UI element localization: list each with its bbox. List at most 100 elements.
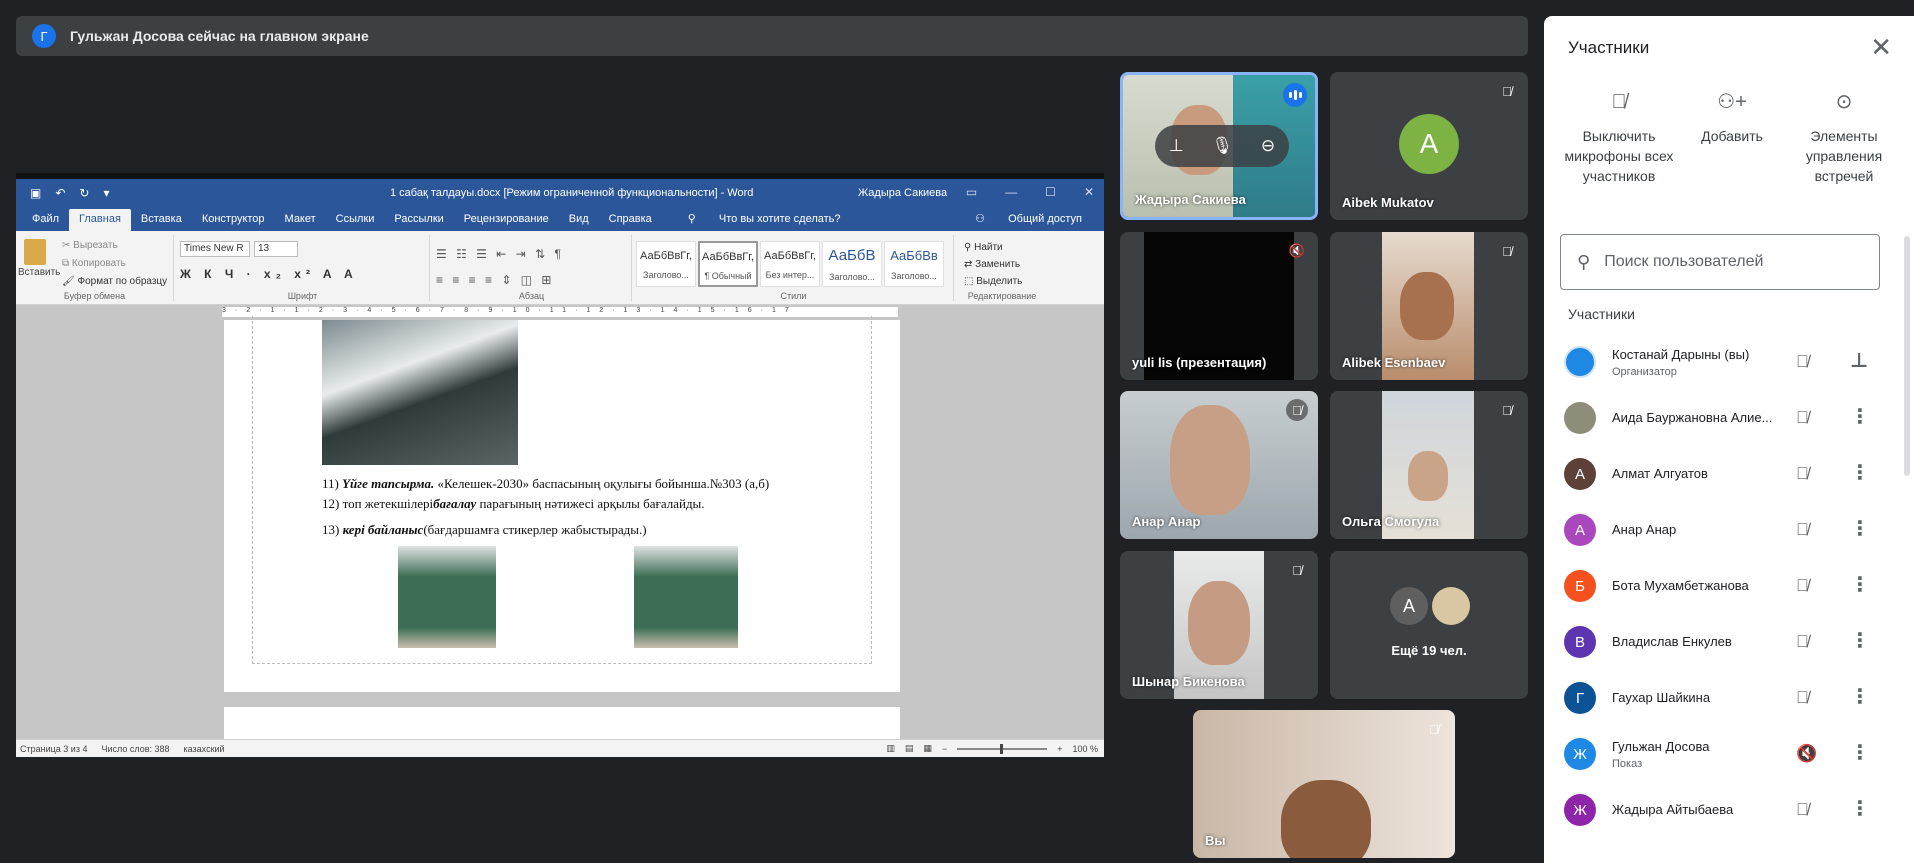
style-tile[interactable]: АаБбВвГг, Без интер... [760,241,820,287]
participants-panel: Участники ✕ 🎙̸ Выключить микрофоны всех … [1544,16,1914,863]
mic-off-icon[interactable]: 🎙̸ [1796,800,1809,820]
style-tile[interactable]: АаБбВвГг, Заголово... [636,241,696,287]
cut-button[interactable]: ✂ Вырезать [62,237,167,255]
presenting-icon: 🔇 [1796,744,1818,763]
tab-review[interactable]: Рецензирование [454,209,559,231]
share-button[interactable]: ⚇ Общий доступ [955,208,1104,231]
mic-off-icon[interactable]: 🎙̸ [1796,520,1809,540]
list-item[interactable]: Г Гаухар Шайкина 🎙̸ ⋮ [1544,670,1914,726]
more-options-icon[interactable]: ⋮ [1850,740,1870,765]
zoom-control: ▥ ▤ ▦ − + 100 % [886,743,1104,754]
list-item[interactable]: Б Бота Мухамбетжанова 🎙̸ ⋮ [1544,558,1914,614]
tab-mailings[interactable]: Рассылки [384,209,453,231]
paste-icon[interactable] [24,239,46,265]
tab-references[interactable]: Ссылки [326,209,385,231]
zoom-in-icon[interactable]: + [1057,744,1062,754]
panel-scrollbar[interactable] [1904,236,1910,476]
list-item[interactable]: Ж Жадыра Айтыбаева 🎙̸ ⋮ [1544,782,1914,838]
print-layout-icon[interactable]: ▤ [905,743,914,754]
ribbon-display-icon[interactable]: ▭ [966,185,977,199]
more-options-icon[interactable]: ⋮ [1850,684,1870,709]
tab-design[interactable]: Конструктор [192,209,275,231]
status-language[interactable]: казахский [184,744,225,754]
participant-tile[interactable]: ⊥ 🎙 ⊖ Жадыра Сакиева [1120,72,1318,220]
zoom-level[interactable]: 100 % [1072,744,1098,754]
style-tile[interactable]: АаБбВвГг, ¶ Обычный [698,241,758,287]
tab-home[interactable]: Главная [69,209,131,231]
maximize-icon[interactable]: ☐ [1045,185,1056,199]
tab-insert[interactable]: Вставка [131,209,192,231]
mic-off-icon[interactable]: 🎙̸ [1796,352,1809,372]
style-tile[interactable]: АаБбВ Заголово... [822,241,882,287]
font-format-buttons[interactable]: Ж К Ч · x₂ x² A A [180,267,358,281]
font-name-select[interactable]: Times New R [180,241,250,257]
word-user-name: Жадыра Сакиева [858,187,948,199]
tab-view[interactable]: Вид [559,209,599,231]
participant-tile[interactable]: 🎙̸ Alibek Esenbaev [1330,232,1528,380]
list-item[interactable]: Ж Гульжан Досова Показ 🔇 ⋮ [1544,726,1914,782]
microphone-icon[interactable]: 🎙 [1211,136,1233,156]
style-tile[interactable]: АаБбВв Заголово... [884,241,944,287]
paste-label[interactable]: Вставить [18,267,60,278]
mic-off-icon[interactable]: 🎙̸ [1796,632,1809,652]
more-options-icon[interactable]: ⋮ [1850,516,1870,541]
more-options-icon[interactable]: ⋮ [1850,628,1870,653]
mic-off-icon[interactable]: 🎙̸ [1796,688,1809,708]
pin-icon[interactable]: ⊥ [1169,136,1184,156]
add-people-button[interactable]: ⚇+ Добавить [1692,92,1772,146]
zoom-out-icon[interactable]: − [942,744,947,754]
participant-name: Aibek Mukatov [1342,195,1434,210]
list-item[interactable]: Костанай Дарыны (вы) Организатор 🎙̸ ⊥ [1544,334,1914,390]
close-icon[interactable]: ✕ [1870,34,1892,60]
list-item[interactable]: В Владислав Енкулев 🎙̸ ⋮ [1544,614,1914,670]
minimize-icon[interactable]: — [1005,185,1017,199]
tab-help[interactable]: Справка [599,209,662,231]
pin-icon[interactable]: ⊥ [1850,348,1868,373]
mic-off-icon[interactable]: 🎙̸ [1796,576,1809,596]
zoom-slider[interactable] [957,743,1048,754]
read-mode-icon[interactable]: ▥ [886,743,895,754]
participant-face [1170,405,1250,515]
close-window-icon[interactable]: ✕ [1084,185,1094,199]
remove-icon[interactable]: ⊖ [1261,136,1275,156]
customize-icon[interactable]: ▾ [103,186,109,200]
mic-off-icon[interactable]: 🎙̸ [1796,408,1809,428]
more-options-icon[interactable]: ⋮ [1850,572,1870,597]
list-item[interactable]: Аида Бауржановна Алие... 🎙̸ ⋮ [1544,390,1914,446]
find-button[interactable]: ⚲ Найти [964,239,1022,256]
list-item[interactable]: А Анар Анар 🎙̸ ⋮ [1544,502,1914,558]
self-tile[interactable]: 🎙̸ Вы [1193,710,1455,858]
status-words[interactable]: Число слов: 388 [101,744,169,754]
tell-me-box[interactable]: ⚲ Что вы хотите сделать? [668,208,861,231]
board-photo-left [398,546,496,648]
more-options-icon[interactable]: ⋮ [1850,796,1870,821]
copy-button[interactable]: ⧉ Копировать [62,255,167,273]
participant-tile[interactable]: A 🎙̸ Aibek Mukatov [1330,72,1528,220]
participant-tile[interactable]: 🎙̸ Ольга Смогула [1330,391,1528,539]
tab-file[interactable]: Файл [22,209,69,231]
status-page[interactable]: Страница 3 из 4 [20,744,87,754]
mute-all-button[interactable]: 🎙̸ Выключить микрофоны всех участников [1562,92,1676,186]
replace-button[interactable]: ⇄ Заменить [964,256,1022,273]
search-input[interactable] [1604,253,1855,271]
font-size-select[interactable]: 13 [254,241,298,257]
undo-icon[interactable]: ↶ [55,186,65,200]
participant-tile[interactable]: 🔇 yuli lis (презентация) [1120,232,1318,380]
word-status-bar: Страница 3 из 4 Число слов: 388 казахски… [16,739,1104,757]
format-painter-button[interactable]: 🖌 Формат по образцу [62,273,167,291]
list-item[interactable]: А Алмат Алгуатов 🎙̸ ⋮ [1544,446,1914,502]
participant-tile[interactable]: 🎙̸ Анар Анар [1120,391,1318,539]
redo-icon[interactable]: ↻ [79,186,89,200]
web-layout-icon[interactable]: ▦ [923,743,932,754]
more-participants-tile[interactable]: А Ещё 19 чел. [1330,551,1528,699]
more-options-icon[interactable]: ⋮ [1850,460,1870,485]
participant-tile[interactable]: 🎙̸ Шынар Бикенова [1120,551,1318,699]
mic-off-icon: 🎙̸ [1292,562,1302,578]
paragraph-buttons[interactable]: ☰ ☷ ☰ ⇤ ⇥ ⇅ ¶ ≡ ≡ ≡ ≡ ⇕ ◫ ⊞ [436,241,564,293]
tab-layout[interactable]: Макет [275,209,326,231]
select-button[interactable]: ⬚ Выделить [964,273,1022,290]
mic-off-icon[interactable]: 🎙̸ [1796,464,1809,484]
save-icon[interactable]: ▣ [30,186,41,200]
host-controls-button[interactable]: ⊙ Элементы управления встречей [1794,92,1894,186]
more-options-icon[interactable]: ⋮ [1850,404,1870,429]
